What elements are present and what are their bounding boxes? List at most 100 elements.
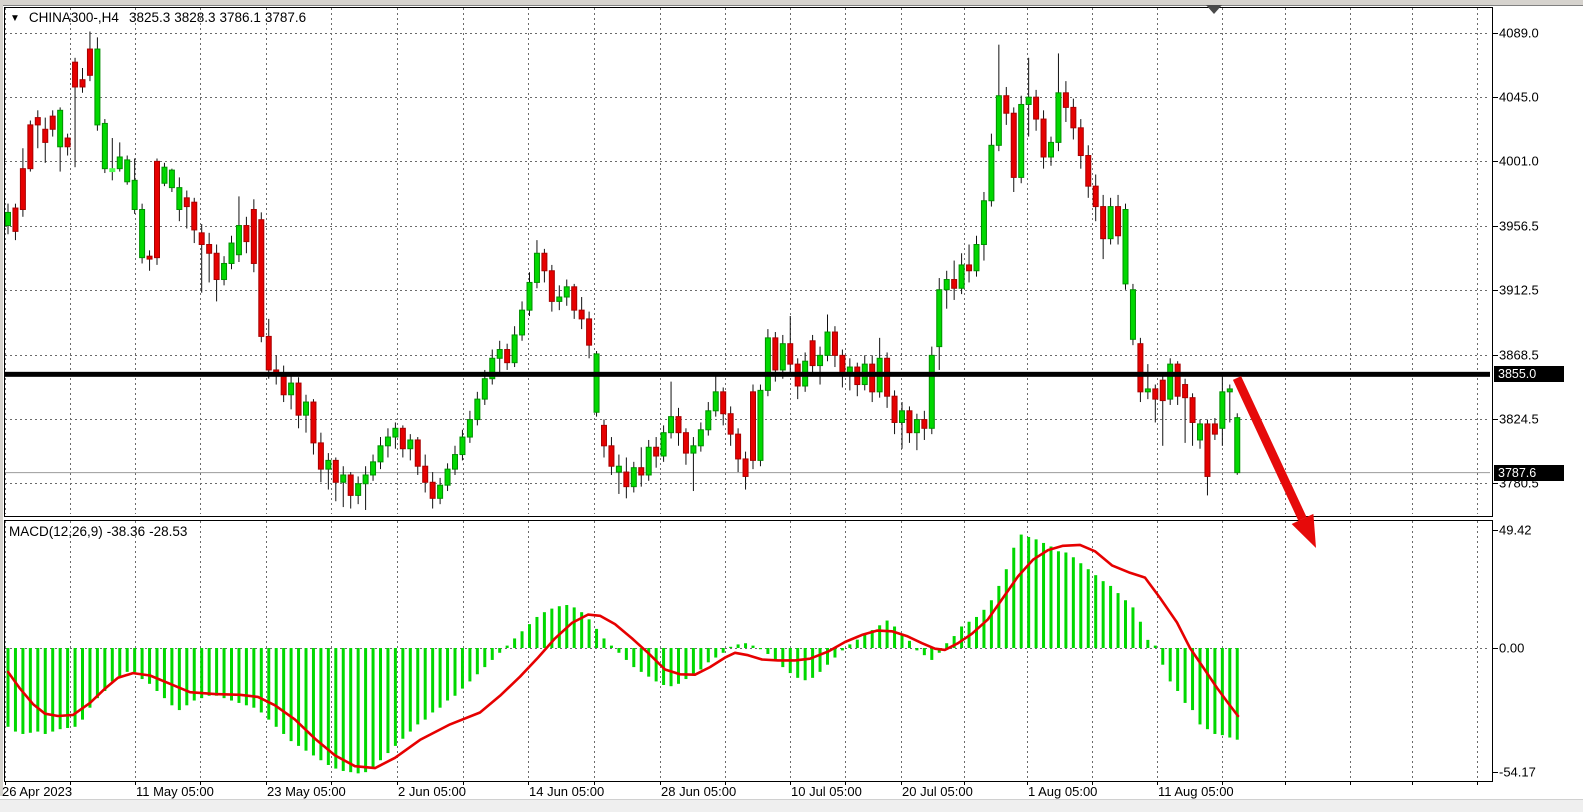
candle (825, 332, 830, 355)
price-axis-tick (1492, 33, 1498, 34)
candle (1190, 398, 1195, 423)
symbol-dropdown-icon[interactable]: ▼ (10, 13, 20, 24)
macd-main-value: -38.36 (107, 524, 145, 539)
candle (95, 49, 100, 125)
candle (110, 169, 115, 172)
candle (594, 354, 599, 412)
macd-chart[interactable] (5, 521, 1490, 779)
candle (1198, 424, 1203, 440)
candle (117, 157, 122, 169)
current-price-tag: 3787.6 (1494, 465, 1564, 481)
candle (892, 396, 897, 422)
price-axis-label: 3824.5 (1499, 411, 1579, 426)
candle (244, 226, 249, 242)
candle (289, 383, 294, 395)
candle (1205, 424, 1210, 477)
candle (333, 460, 338, 482)
candle (28, 125, 33, 169)
candle (1086, 156, 1091, 187)
time-axis-tick (1285, 781, 1286, 785)
candle (534, 253, 539, 282)
candle (259, 220, 264, 337)
candle (482, 379, 487, 399)
candle (1138, 344, 1143, 392)
candle (87, 49, 92, 75)
candle (73, 62, 78, 87)
candle (527, 282, 532, 310)
time-axis-label: 10 Jul 05:00 (791, 784, 862, 799)
candle (222, 263, 227, 279)
price-chart-panel[interactable]: ▼CHINA300-,H43825.33828.33786.13787.6 (4, 7, 1493, 517)
candle (967, 265, 972, 271)
candle (1123, 209, 1128, 283)
candle (1026, 97, 1031, 104)
candle (914, 420, 919, 433)
candle (1153, 389, 1158, 399)
candle (236, 226, 241, 255)
candle (125, 160, 130, 182)
candle (1056, 93, 1061, 143)
candle (1145, 389, 1150, 392)
candle (631, 468, 636, 487)
candle (549, 271, 554, 302)
candle (542, 253, 547, 271)
price-axis-label: 4089.0 (1499, 26, 1579, 41)
candle (996, 96, 1001, 146)
candle (467, 420, 472, 438)
candle (363, 475, 368, 484)
candlestick-series[interactable] (6, 49, 1240, 498)
candle (773, 338, 778, 370)
open-value: 3825.3 (129, 10, 170, 25)
candle (698, 430, 703, 446)
macd-indicator-panel[interactable]: MACD(12,26,9)-38.36-28.53 (4, 520, 1493, 782)
candle (609, 446, 614, 466)
candle (944, 280, 949, 290)
candle (1093, 186, 1098, 206)
candle (251, 209, 256, 263)
candle (1175, 364, 1180, 396)
candle (751, 392, 756, 461)
candle (423, 466, 428, 482)
candle (20, 169, 25, 210)
price-axis-tick (1492, 290, 1498, 291)
candle (1063, 93, 1068, 108)
candle (1101, 207, 1106, 239)
candle (385, 437, 390, 446)
candle (840, 355, 845, 374)
candlestick-chart[interactable] (5, 8, 1490, 514)
time-axis-label: 11 Aug 05:00 (1158, 784, 1234, 799)
candle (1071, 107, 1076, 127)
macd-axis-tick (1492, 772, 1498, 773)
candle (356, 484, 361, 496)
candle (788, 344, 793, 364)
candle (981, 201, 986, 245)
time-axis-label: 28 Jun 05:00 (661, 784, 736, 799)
candle (885, 358, 890, 396)
candle (1004, 96, 1009, 114)
candle (475, 399, 480, 419)
candle (721, 392, 726, 414)
macd-axis-tick (1492, 530, 1498, 531)
candle (35, 118, 40, 125)
candle (1116, 207, 1121, 236)
horizontal-level-line[interactable] (5, 372, 1490, 377)
candle (602, 425, 607, 445)
candle (989, 145, 994, 200)
candle (371, 462, 376, 475)
price-axis-tick (1492, 226, 1498, 227)
time-axis-label: 14 Jun 05:00 (529, 784, 604, 799)
candle (661, 433, 666, 456)
candle (810, 341, 815, 366)
candle (1011, 113, 1016, 177)
window-left-edge (0, 0, 3, 796)
price-gridlines (5, 8, 1490, 514)
macd-axis-label: 49.42 (1499, 523, 1579, 538)
candle (453, 455, 458, 470)
candle (415, 440, 420, 466)
candle (229, 243, 234, 263)
candle (378, 446, 383, 462)
candle (669, 417, 674, 433)
candle (818, 355, 823, 365)
candle (1108, 207, 1113, 239)
candle (169, 170, 174, 188)
